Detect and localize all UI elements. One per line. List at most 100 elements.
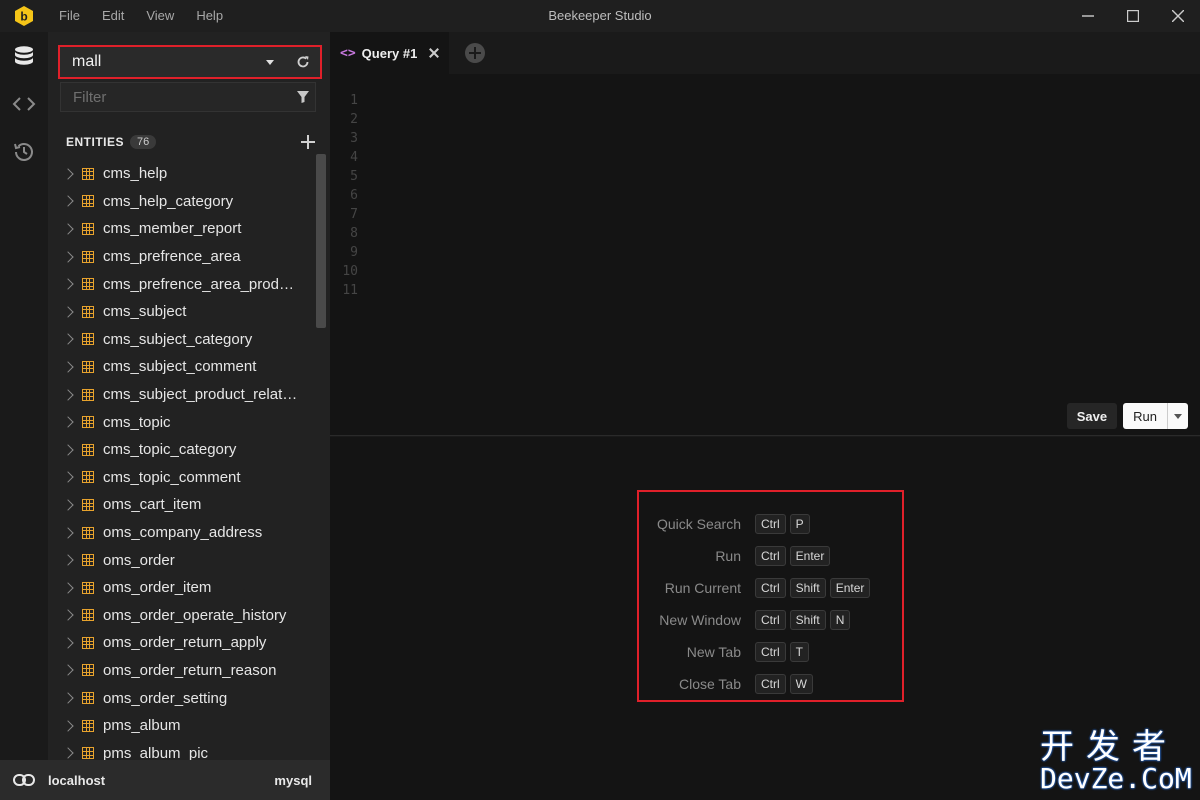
chevron-right-icon[interactable]	[62, 554, 74, 566]
chevron-right-icon[interactable]	[62, 582, 74, 594]
table-row[interactable]: cms_subject	[48, 298, 318, 326]
table-row[interactable]: cms_help_category	[48, 188, 318, 216]
table-row[interactable]: cms_topic_category	[48, 436, 318, 464]
menu-file[interactable]: File	[48, 0, 91, 32]
query-editor[interactable]: 1 2 3 4 5 6 7 8 9 10 11 Save Run	[330, 74, 1200, 436]
table-row[interactable]: cms_subject_category	[48, 326, 318, 354]
shortcut-key: Ctrl	[755, 642, 786, 662]
table-icon	[82, 195, 94, 208]
close-icon[interactable]	[1155, 0, 1200, 32]
history-icon[interactable]	[0, 128, 48, 176]
svg-text:b: b	[20, 10, 27, 24]
chevron-right-icon[interactable]	[62, 250, 74, 263]
table-row[interactable]: oms_order	[48, 546, 318, 574]
shortcut-key: N	[829, 610, 851, 630]
table-icon	[82, 388, 94, 401]
table-row[interactable]: cms_prefrence_area	[48, 243, 318, 271]
table-name: cms_topic_comment	[103, 468, 241, 486]
chevron-right-icon[interactable]	[62, 388, 74, 401]
table-row[interactable]: cms_subject_comment	[48, 353, 318, 381]
run-button[interactable]: Run	[1123, 403, 1168, 429]
table-icon	[82, 664, 94, 677]
line-number: 11	[342, 283, 358, 298]
database-icon[interactable]	[0, 32, 48, 80]
database-name: mall	[72, 53, 102, 70]
menu-edit[interactable]: Edit	[91, 0, 135, 32]
table-row[interactable]: cms_prefrence_area_produ…	[48, 270, 318, 298]
table-name: cms_subject_comment	[103, 358, 257, 376]
database-selector[interactable]: mall	[58, 45, 322, 79]
chevron-right-icon[interactable]	[62, 416, 74, 428]
maximize-icon[interactable]	[1110, 0, 1155, 32]
table-row[interactable]: cms_help	[48, 160, 318, 188]
sidebar-scrollbar[interactable]	[316, 154, 326, 328]
filter-input[interactable]	[61, 88, 291, 106]
chevron-right-icon[interactable]	[62, 195, 74, 208]
link-icon[interactable]	[0, 774, 48, 786]
chevron-right-icon[interactable]	[62, 637, 74, 649]
chevron-right-icon[interactable]	[62, 223, 74, 235]
chevron-right-icon[interactable]	[62, 361, 74, 373]
table-row[interactable]: cms_topic_comment	[48, 464, 318, 492]
table-row[interactable]: cms_subject_product_relat…	[48, 381, 318, 409]
table-row[interactable]: cms_member_report	[48, 215, 318, 243]
save-button[interactable]: Save	[1066, 403, 1118, 429]
connection-status-bar: localhost mysql	[0, 760, 330, 800]
chevron-right-icon[interactable]	[62, 333, 74, 346]
shortcut-key: Ctrl	[755, 610, 786, 630]
chevron-right-icon[interactable]	[62, 499, 74, 511]
table-row[interactable]: oms_order_operate_history	[48, 602, 318, 630]
editor-actions: Save Run	[1066, 403, 1188, 429]
chevron-right-icon[interactable]	[62, 471, 74, 483]
table-row[interactable]: cms_topic	[48, 408, 318, 436]
chevron-right-icon[interactable]	[62, 747, 74, 759]
table-row[interactable]: pms_album	[48, 712, 318, 740]
table-name: oms_company_address	[103, 524, 263, 542]
add-entity-icon[interactable]	[300, 134, 316, 150]
chevron-down-icon[interactable]	[266, 59, 274, 65]
new-tab-icon[interactable]	[465, 43, 486, 63]
table-row[interactable]: oms_cart_item	[48, 491, 318, 519]
tab-query-1[interactable]: <> Query #1	[330, 32, 450, 74]
code-icon[interactable]	[0, 80, 48, 128]
table-icon	[82, 636, 94, 649]
shortcut-row: Run Ctrl Enter	[639, 540, 902, 572]
shortcuts-panel: Quick Search Ctrl P Run Ctrl Enter Run Current…	[637, 490, 904, 702]
chevron-right-icon[interactable]	[62, 692, 74, 704]
menu-view[interactable]: View	[135, 0, 185, 32]
chevron-right-icon[interactable]	[62, 664, 74, 677]
chevron-right-icon[interactable]	[62, 720, 74, 732]
connection-host[interactable]: localhost	[48, 773, 105, 788]
chevron-right-icon[interactable]	[62, 444, 74, 456]
refresh-icon[interactable]	[294, 53, 312, 71]
table-name: cms_prefrence_area	[103, 248, 241, 266]
chevron-right-icon[interactable]	[62, 526, 74, 539]
filter-icon[interactable]	[291, 91, 315, 103]
shortcut-name: Run Current	[664, 580, 741, 596]
chevron-right-icon[interactable]	[62, 609, 74, 621]
shortcut-key: Enter	[829, 578, 871, 598]
table-row[interactable]: oms_company_address	[48, 519, 318, 547]
table-row[interactable]: oms_order_item	[48, 574, 318, 602]
chevron-right-icon[interactable]	[62, 168, 74, 180]
chevron-right-icon[interactable]	[62, 306, 74, 318]
chevron-right-icon[interactable]	[62, 278, 74, 290]
menu-help[interactable]: Help	[185, 0, 234, 32]
shortcut-key: Shift	[789, 578, 826, 598]
table-icon	[82, 692, 94, 705]
shortcut-key: W	[789, 674, 813, 694]
close-tab-icon[interactable]	[429, 48, 439, 58]
table-row[interactable]: oms_order_return_reason	[48, 657, 318, 685]
shortcut-name: Quick Search	[656, 516, 741, 532]
run-options-icon[interactable]	[1168, 403, 1188, 429]
watermark: 开发者 DevZe.CoM	[1040, 730, 1195, 796]
table-row[interactable]: oms_order_setting	[48, 684, 318, 712]
table-name: cms_subject_product_relat…	[103, 386, 298, 404]
table-row[interactable]: pms_album_pic	[48, 739, 318, 760]
minimize-icon[interactable]	[1065, 0, 1110, 32]
table-name: oms_order_return_apply	[103, 634, 267, 652]
entities-header: ENTITIES 76	[66, 132, 316, 152]
line-number: 5	[350, 169, 358, 184]
table-name: pms_album	[103, 717, 181, 735]
table-row[interactable]: oms_order_return_apply	[48, 629, 318, 657]
